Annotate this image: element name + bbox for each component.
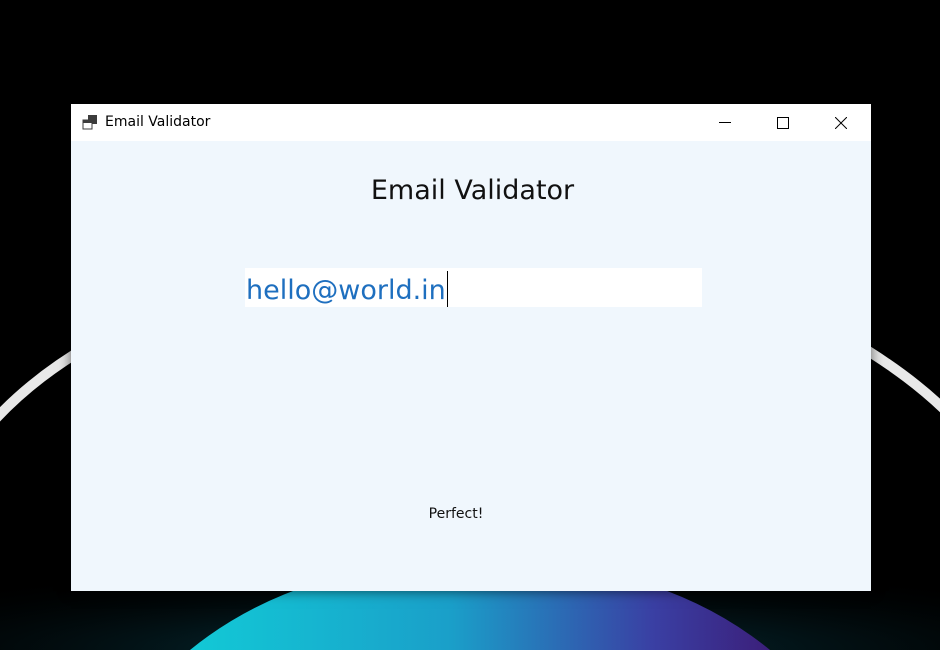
desktop: Email Validator Email Validator hello@wo… (0, 0, 940, 650)
maximize-button[interactable] (754, 104, 812, 141)
validation-status: Perfect! (428, 506, 484, 522)
window-title: Email Validator (105, 114, 211, 130)
email-input[interactable]: hello@world.in (245, 268, 702, 307)
email-input-text: hello@world.in (246, 275, 446, 306)
close-icon (835, 116, 847, 129)
text-caret (446, 271, 448, 307)
minimize-icon (719, 121, 731, 123)
app-window: Email Validator Email Validator hello@wo… (71, 104, 871, 591)
page-heading: Email Validator (370, 175, 575, 206)
email-input-value[interactable]: hello@world.in (246, 271, 448, 307)
minimize-button[interactable] (696, 104, 754, 141)
maximize-icon (777, 116, 789, 129)
close-button[interactable] (812, 104, 870, 141)
title-bar[interactable]: Email Validator (71, 104, 871, 141)
app-window-icon (82, 115, 97, 130)
